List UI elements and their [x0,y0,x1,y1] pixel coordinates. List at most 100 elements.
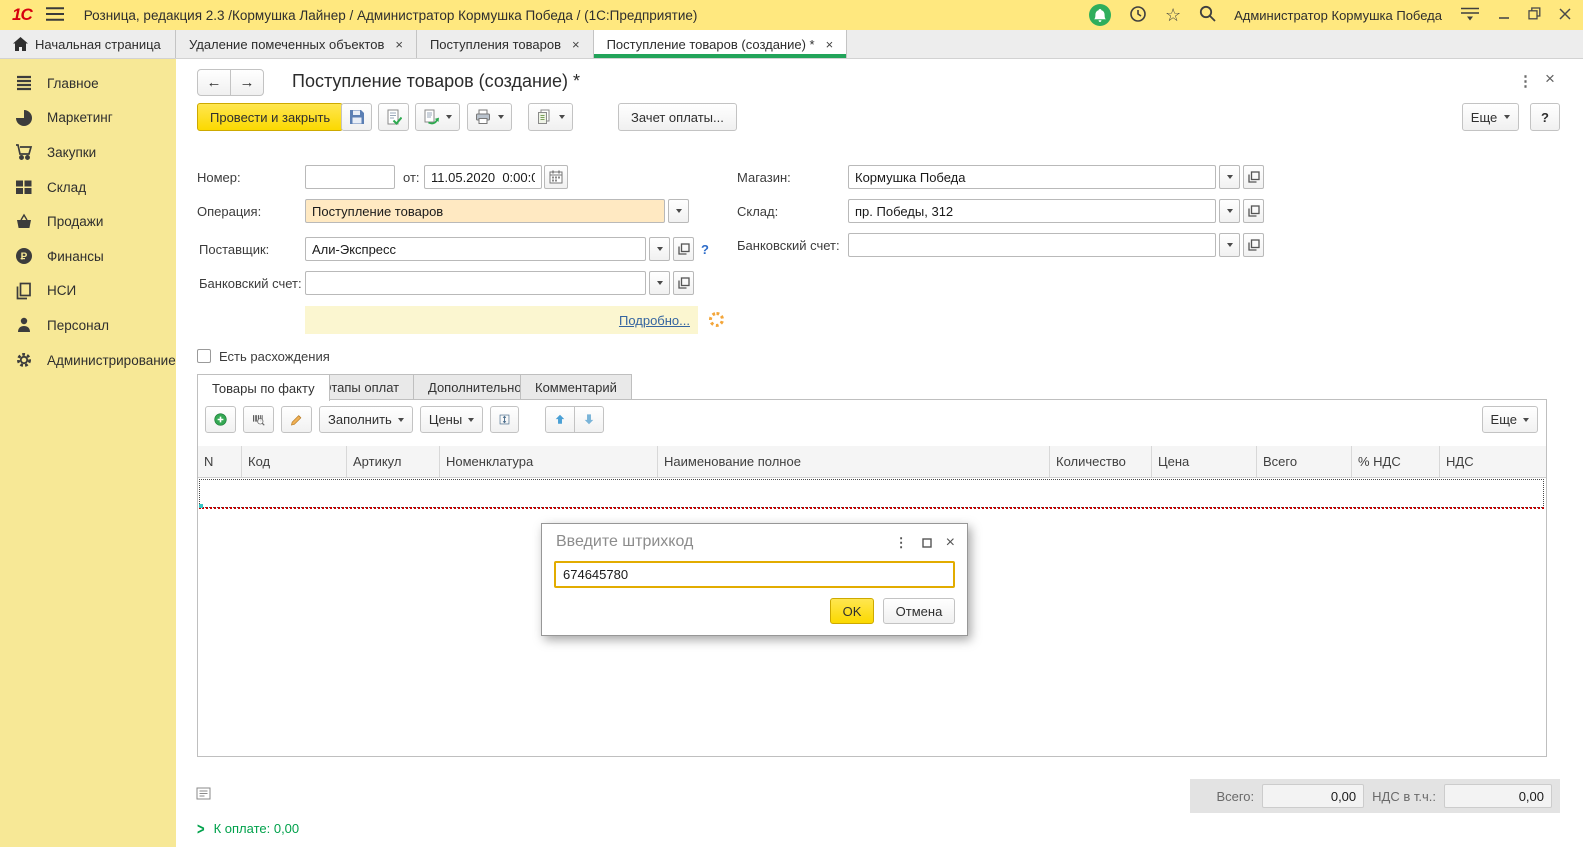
bank-account-open-button[interactable] [673,271,694,295]
bank-account-dropdown-button[interactable] [649,271,670,295]
prices-button[interactable]: Цены [420,406,483,433]
barcode-search-button[interactable] [243,406,274,433]
favorites-star-icon[interactable]: ☆ [1165,6,1181,24]
items-more-button[interactable]: Еще [1482,406,1538,433]
bank-account2-open-button[interactable] [1243,233,1264,257]
warehouse-dropdown-button[interactable] [1219,199,1240,223]
edit-row-button[interactable] [281,406,312,433]
calendar-button[interactable] [544,165,568,189]
comments-toggle-icon[interactable] [196,786,211,804]
back-button[interactable]: ← [197,69,231,96]
dialog-ok-button[interactable]: OK [830,598,874,624]
payment-offset-button[interactable]: Зачет оплаты... [618,103,737,131]
sidebar-item-administration[interactable]: Администрирование [0,343,176,378]
number-input[interactable] [306,166,394,188]
store-field[interactable] [848,165,1216,189]
sidebar-item-main[interactable]: Главное [0,66,176,101]
warehouse-input[interactable] [849,200,1215,222]
print-button[interactable] [467,103,512,131]
sidebar-item-sales[interactable]: Продажи [0,204,176,239]
payment-summary-row[interactable]: > К оплате: 0,00 [197,821,299,836]
forward-button[interactable]: → [230,69,264,96]
column-header[interactable]: Количество [1050,446,1152,477]
bank-account-input[interactable] [306,272,645,294]
minimize-button[interactable] [1498,8,1510,23]
barcode-input-field[interactable] [554,561,955,588]
more-button[interactable]: Еще [1462,103,1519,131]
save-button[interactable] [341,103,372,131]
sidebar-item-purchases[interactable]: Закупки [0,135,176,170]
supplier-help-link[interactable]: ? [701,237,709,261]
table-empty-row-focused[interactable] [199,479,1544,508]
bank-account2-input[interactable] [849,234,1215,256]
column-header[interactable]: Наименование полное [658,446,1050,477]
sidebar-item-marketing[interactable]: Маркетинг [0,101,176,136]
form-close-icon[interactable]: × [1545,69,1555,89]
service-menu-icon[interactable] [1460,6,1480,24]
sidebar-item-finance[interactable]: Р Финансы [0,239,176,274]
tab-deletion-marked-objects[interactable]: Удаление помеченных объектов × [176,30,417,58]
column-header[interactable]: Номенклатура [440,446,658,477]
dialog-kebab-menu-icon[interactable]: ⋮ [895,535,908,551]
dialog-close-icon[interactable]: × [946,534,955,552]
operation-input[interactable] [306,200,664,222]
tab-goods-actual[interactable]: Товары по факту [197,374,330,401]
tab-comment[interactable]: Комментарий [520,374,632,400]
bank-account-field[interactable] [305,271,646,295]
column-header[interactable]: Всего [1257,446,1352,477]
discrepancy-checkbox[interactable] [197,349,211,363]
reports-copy-button[interactable] [528,103,573,131]
dialog-cancel-button[interactable]: Отмена [883,598,955,624]
store-open-button[interactable] [1243,165,1264,189]
help-button[interactable]: ? [1530,103,1560,131]
supplier-input[interactable] [306,238,645,260]
operation-dropdown-button[interactable] [668,199,689,223]
store-dropdown-button[interactable] [1219,165,1240,189]
column-header[interactable]: Артикул [347,446,440,477]
tab-additional[interactable]: Дополнительно [413,374,537,400]
main-menu-icon[interactable] [46,7,64,24]
sidebar-item-warehouse[interactable]: Склад [0,170,176,205]
post-and-close-button[interactable]: Провести и закрыть [197,103,343,131]
close-window-button[interactable] [1559,8,1571,23]
tab-close-icon[interactable]: × [826,37,834,52]
sidebar-item-personnel[interactable]: Персонал [0,308,176,343]
expand-chevron-icon[interactable]: > [197,819,205,839]
history-icon[interactable] [1129,5,1147,26]
column-header[interactable]: Цена [1152,446,1257,477]
warehouse-open-button[interactable] [1243,199,1264,223]
dialog-maximize-icon[interactable] [922,536,932,551]
date-input[interactable] [425,166,541,188]
supplier-open-button[interactable] [673,237,694,261]
post-document-button[interactable] [378,103,409,131]
tab-close-icon[interactable]: × [395,37,403,52]
move-down-button[interactable] [574,406,604,433]
tab-goods-receipt-new[interactable]: Поступление товаров (создание) * × [594,30,848,58]
current-user[interactable]: Администратор Кормушка Победа [1234,8,1442,23]
column-header[interactable]: Код [242,446,347,477]
search-icon[interactable] [1199,5,1216,25]
row-height-button[interactable] [490,406,519,433]
create-based-on-button[interactable] [415,103,460,131]
restore-window-button[interactable] [1528,7,1541,23]
number-field[interactable] [305,165,395,189]
warehouse-field[interactable] [848,199,1216,223]
column-header[interactable]: % НДС [1352,446,1440,477]
details-link[interactable]: Подробно... [619,313,690,328]
date-field[interactable] [424,165,542,189]
add-row-button[interactable] [205,406,236,433]
tab-close-icon[interactable]: × [572,37,580,52]
tab-goods-receipts-list[interactable]: Поступления товаров × [417,30,594,58]
operation-field[interactable] [305,199,665,223]
form-kebab-menu-icon[interactable]: ⋮ [1518,72,1533,90]
move-up-button[interactable] [545,406,575,433]
fill-button[interactable]: Заполнить [319,406,413,433]
sidebar-item-nsi[interactable]: НСИ [0,274,176,309]
bank-account2-dropdown-button[interactable] [1219,233,1240,257]
supplier-field[interactable] [305,237,646,261]
supplier-dropdown-button[interactable] [649,237,670,261]
notifications-bell-icon[interactable] [1089,4,1111,26]
column-header[interactable]: НДС [1440,446,1546,477]
store-input[interactable] [849,166,1215,188]
barcode-input[interactable] [556,567,953,582]
